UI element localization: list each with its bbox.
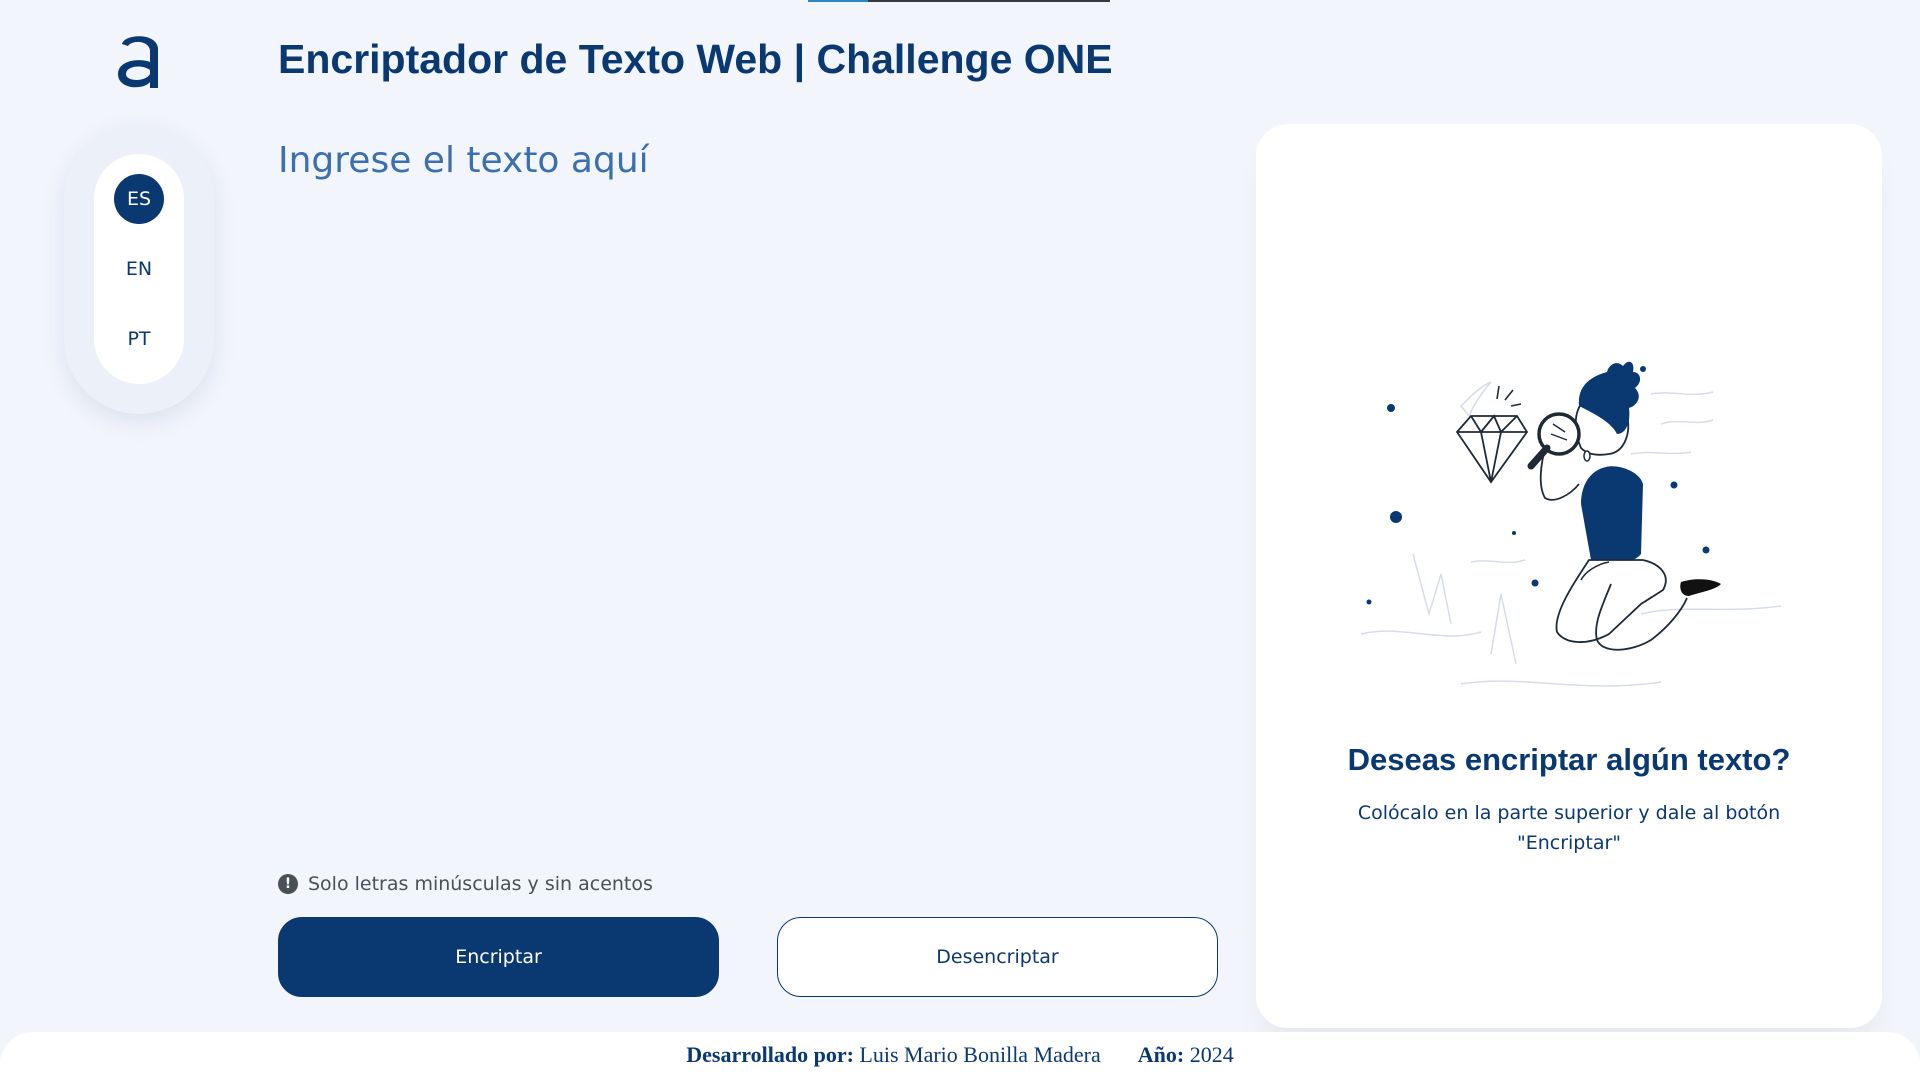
footer-year: 2024 <box>1189 1042 1234 1067</box>
top-progress-line <box>808 0 1110 2</box>
footer-year-label: Año: <box>1137 1042 1185 1067</box>
encrypt-button[interactable]: Encriptar <box>278 917 719 997</box>
decrypt-button[interactable]: Desencriptar <box>777 917 1218 997</box>
language-switcher: ES EN PT <box>64 124 214 414</box>
language-option-pt[interactable]: PT <box>114 314 164 364</box>
output-card-message: Colócalo en la parte superior y dale al … <box>1357 802 1781 854</box>
input-notice-text: Solo letras minúsculas y sin acentos <box>308 873 653 895</box>
alura-a-logo-icon <box>118 36 158 88</box>
footer-author: Luis Mario Bonilla Madera <box>859 1042 1101 1067</box>
footer: Desarrollado por: Luis Mario Bonilla Mad… <box>0 1032 1920 1080</box>
output-card-title: Deseas encriptar algún texto? <box>1347 742 1791 777</box>
language-option-es[interactable]: ES <box>114 174 164 224</box>
language-option-en[interactable]: EN <box>114 244 164 294</box>
language-switcher-inner: ES EN PT <box>94 154 184 384</box>
exclamation-circle-icon: ! <box>278 874 298 894</box>
output-card: Deseas encriptar algún texto? Colócalo e… <box>1256 124 1882 1028</box>
input-notice: ! Solo letras minúsculas y sin acentos <box>278 873 653 895</box>
text-input-area[interactable] <box>278 140 1208 840</box>
person-magnifying-glass-diamond-illustration <box>1360 361 1782 687</box>
page-title: Encriptador de Texto Web | Challenge ONE <box>278 36 1113 82</box>
top-progress-accent <box>808 0 868 2</box>
footer-author-label: Desarrollado por: <box>686 1042 854 1067</box>
footer-credits: Desarrollado por: Luis Mario Bonilla Mad… <box>0 1042 1920 1068</box>
